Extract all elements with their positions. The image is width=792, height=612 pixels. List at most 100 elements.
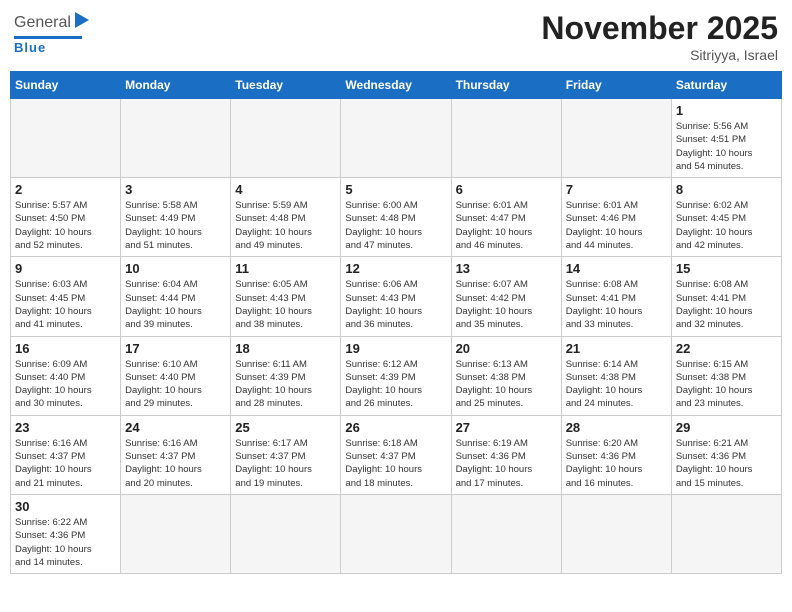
day-number: 26 xyxy=(345,420,446,435)
day-number: 18 xyxy=(235,341,336,356)
day-number: 6 xyxy=(456,182,557,197)
day-info: Sunrise: 6:01 AM Sunset: 4:47 PM Dayligh… xyxy=(456,199,557,252)
day-number: 30 xyxy=(15,499,116,514)
day-number: 8 xyxy=(676,182,777,197)
calendar-day-cell: 24Sunrise: 6:16 AM Sunset: 4:37 PM Dayli… xyxy=(121,415,231,494)
calendar-day-cell xyxy=(451,99,561,178)
day-number: 23 xyxy=(15,420,116,435)
calendar-day-cell: 13 Sunrise: 6:07 AM Sunset: 4:42 PM Dayli… xyxy=(451,257,561,336)
day-info: Sunrise: 6:01 AM Sunset: 4:46 PM Dayligh… xyxy=(566,199,667,252)
logo: General Blue xyxy=(14,10,97,55)
day-info: Sunrise: 6:12 AM Sunset: 4:39 PM Dayligh… xyxy=(345,358,446,411)
day-info: Sunrise: 6:20 AM Sunset: 4:36 PM Dayligh… xyxy=(566,437,667,490)
day-number: 11 xyxy=(235,261,336,276)
calendar-day-cell: 3 Sunrise: 5:58 AM Sunset: 4:49 PM Daylig… xyxy=(121,178,231,257)
calendar-day-cell: 11 Sunrise: 6:05 AM Sunset: 4:43 PM Dayli… xyxy=(231,257,341,336)
day-info: Sunrise: 6:21 AM Sunset: 4:36 PM Dayligh… xyxy=(676,437,777,490)
day-info: Sunrise: 6:14 AM Sunset: 4:38 PM Dayligh… xyxy=(566,358,667,411)
day-info: Sunrise: 6:15 AM Sunset: 4:38 PM Dayligh… xyxy=(676,358,777,411)
calendar-day-cell xyxy=(341,99,451,178)
day-info: Sunrise: 6:10 AM Sunset: 4:40 PM Dayligh… xyxy=(125,358,226,411)
calendar-day-cell: 27Sunrise: 6:19 AM Sunset: 4:36 PM Dayli… xyxy=(451,415,561,494)
day-number: 7 xyxy=(566,182,667,197)
day-info: Sunrise: 6:09 AM Sunset: 4:40 PM Dayligh… xyxy=(15,358,116,411)
day-info: Sunrise: 6:02 AM Sunset: 4:45 PM Dayligh… xyxy=(676,199,777,252)
calendar-day-cell xyxy=(121,99,231,178)
day-number: 5 xyxy=(345,182,446,197)
day-number: 12 xyxy=(345,261,446,276)
calendar-day-cell: 18 Sunrise: 6:11 AM Sunset: 4:39 PM Dayli… xyxy=(231,336,341,415)
day-number: 22 xyxy=(676,341,777,356)
calendar-header-row: SundayMondayTuesdayWednesdayThursdayFrid… xyxy=(11,72,782,99)
calendar-day-cell: 25 Sunrise: 6:17 AM Sunset: 4:37 PM Dayli… xyxy=(231,415,341,494)
calendar-day-cell: 20 Sunrise: 6:13 AM Sunset: 4:38 PM Dayli… xyxy=(451,336,561,415)
day-info: Sunrise: 6:06 AM Sunset: 4:43 PM Dayligh… xyxy=(345,278,446,331)
day-info: Sunrise: 6:16 AM Sunset: 4:37 PM Dayligh… xyxy=(15,437,116,490)
logo-blue-text: Blue xyxy=(14,40,46,55)
weekday-header: Sunday xyxy=(11,72,121,99)
calendar-week-row: 1Sunrise: 5:56 AM Sunset: 4:51 PM Daylig… xyxy=(11,99,782,178)
location: Sitriyya, Israel xyxy=(541,47,778,63)
calendar-day-cell: 6 Sunrise: 6:01 AM Sunset: 4:47 PM Daylig… xyxy=(451,178,561,257)
day-number: 14 xyxy=(566,261,667,276)
calendar-week-row: 30Sunrise: 6:22 AM Sunset: 4:36 PM Dayli… xyxy=(11,494,782,573)
title-section: November 2025 Sitriyya, Israel xyxy=(541,10,778,63)
calendar-week-row: 2 Sunrise: 5:57 AM Sunset: 4:50 PM Daylig… xyxy=(11,178,782,257)
logo-text: General xyxy=(14,14,71,32)
weekday-header: Tuesday xyxy=(231,72,341,99)
day-info: Sunrise: 6:08 AM Sunset: 4:41 PM Dayligh… xyxy=(566,278,667,331)
calendar-day-cell: 17 Sunrise: 6:10 AM Sunset: 4:40 PM Dayli… xyxy=(121,336,231,415)
day-info: Sunrise: 6:05 AM Sunset: 4:43 PM Dayligh… xyxy=(235,278,336,331)
day-info: Sunrise: 5:58 AM Sunset: 4:49 PM Dayligh… xyxy=(125,199,226,252)
day-info: Sunrise: 5:57 AM Sunset: 4:50 PM Dayligh… xyxy=(15,199,116,252)
day-info: Sunrise: 6:08 AM Sunset: 4:41 PM Dayligh… xyxy=(676,278,777,331)
day-number: 17 xyxy=(125,341,226,356)
day-info: Sunrise: 6:03 AM Sunset: 4:45 PM Dayligh… xyxy=(15,278,116,331)
day-number: 9 xyxy=(15,261,116,276)
calendar-day-cell: 29Sunrise: 6:21 AM Sunset: 4:36 PM Dayli… xyxy=(671,415,781,494)
weekday-header: Wednesday xyxy=(341,72,451,99)
weekday-header: Saturday xyxy=(671,72,781,99)
calendar-day-cell: 19 Sunrise: 6:12 AM Sunset: 4:39 PM Dayli… xyxy=(341,336,451,415)
calendar-day-cell: 22 Sunrise: 6:15 AM Sunset: 4:38 PM Dayli… xyxy=(671,336,781,415)
calendar-week-row: 23 Sunrise: 6:16 AM Sunset: 4:37 PM Dayli… xyxy=(11,415,782,494)
day-info: Sunrise: 5:59 AM Sunset: 4:48 PM Dayligh… xyxy=(235,199,336,252)
calendar-day-cell xyxy=(11,99,121,178)
day-number: 15 xyxy=(676,261,777,276)
calendar-day-cell xyxy=(121,494,231,573)
day-number: 21 xyxy=(566,341,667,356)
day-number: 13 xyxy=(456,261,557,276)
weekday-header: Monday xyxy=(121,72,231,99)
month-title: November 2025 xyxy=(541,10,778,47)
weekday-header: Friday xyxy=(561,72,671,99)
calendar-day-cell xyxy=(561,99,671,178)
day-number: 24 xyxy=(125,420,226,435)
day-info: Sunrise: 6:04 AM Sunset: 4:44 PM Dayligh… xyxy=(125,278,226,331)
calendar-day-cell: 2 Sunrise: 5:57 AM Sunset: 4:50 PM Daylig… xyxy=(11,178,121,257)
calendar-day-cell: 28Sunrise: 6:20 AM Sunset: 4:36 PM Dayli… xyxy=(561,415,671,494)
day-info: Sunrise: 6:00 AM Sunset: 4:48 PM Dayligh… xyxy=(345,199,446,252)
day-number: 25 xyxy=(235,420,336,435)
day-number: 3 xyxy=(125,182,226,197)
calendar-day-cell xyxy=(451,494,561,573)
calendar-day-cell xyxy=(561,494,671,573)
calendar-day-cell: 14 Sunrise: 6:08 AM Sunset: 4:41 PM Dayli… xyxy=(561,257,671,336)
day-info: Sunrise: 6:11 AM Sunset: 4:39 PM Dayligh… xyxy=(235,358,336,411)
day-number: 27 xyxy=(456,420,557,435)
calendar-day-cell xyxy=(341,494,451,573)
day-number: 20 xyxy=(456,341,557,356)
day-number: 2 xyxy=(15,182,116,197)
day-info: Sunrise: 6:17 AM Sunset: 4:37 PM Dayligh… xyxy=(235,437,336,490)
calendar-day-cell xyxy=(231,494,341,573)
day-number: 19 xyxy=(345,341,446,356)
calendar-day-cell: 10Sunrise: 6:04 AM Sunset: 4:44 PM Dayli… xyxy=(121,257,231,336)
day-info: Sunrise: 6:18 AM Sunset: 4:37 PM Dayligh… xyxy=(345,437,446,490)
calendar-day-cell: 30Sunrise: 6:22 AM Sunset: 4:36 PM Dayli… xyxy=(11,494,121,573)
calendar-week-row: 9 Sunrise: 6:03 AM Sunset: 4:45 PM Daylig… xyxy=(11,257,782,336)
calendar-day-cell: 26 Sunrise: 6:18 AM Sunset: 4:37 PM Dayli… xyxy=(341,415,451,494)
calendar-day-cell: 9 Sunrise: 6:03 AM Sunset: 4:45 PM Daylig… xyxy=(11,257,121,336)
day-info: Sunrise: 6:13 AM Sunset: 4:38 PM Dayligh… xyxy=(456,358,557,411)
calendar-day-cell: 12 Sunrise: 6:06 AM Sunset: 4:43 PM Dayli… xyxy=(341,257,451,336)
day-info: Sunrise: 6:07 AM Sunset: 4:42 PM Dayligh… xyxy=(456,278,557,331)
logo-arrow-icon xyxy=(75,10,97,30)
